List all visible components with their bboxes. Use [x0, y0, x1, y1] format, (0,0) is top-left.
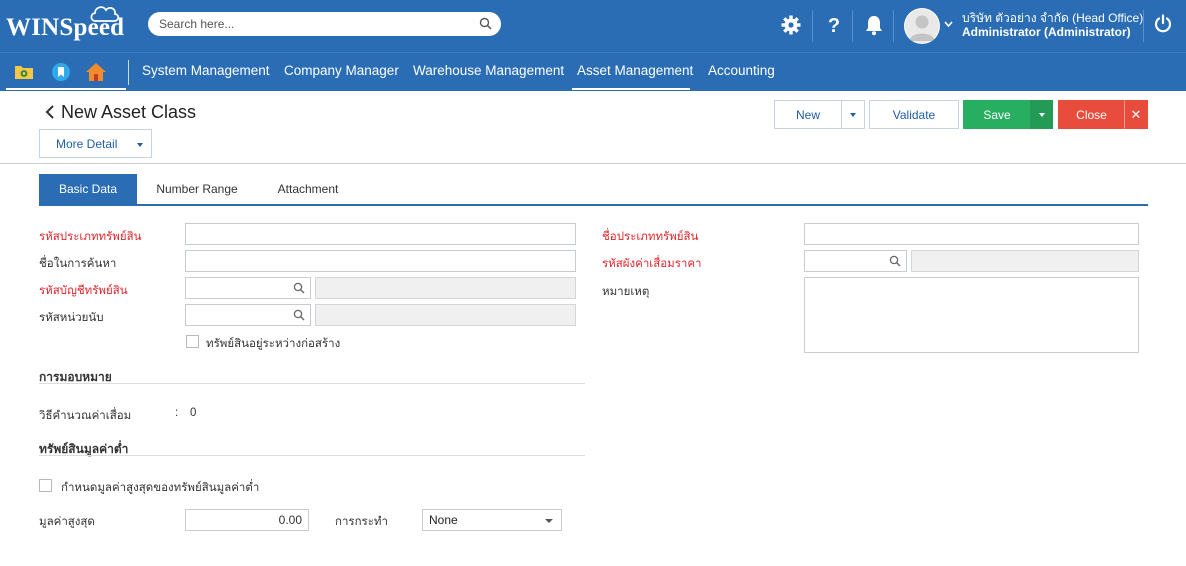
asset-account-label: รหัสบัญชีทรัพย์สิน — [39, 285, 128, 297]
close-icon: ✕ — [1130, 106, 1142, 122]
unit-code-label: รหัสหน่วยนับ — [39, 312, 104, 324]
header-divider — [893, 10, 894, 42]
menu-accounting[interactable]: Accounting — [708, 63, 775, 78]
remark-textarea[interactable] — [805, 278, 1138, 352]
asset-class-name-field[interactable] — [804, 223, 1139, 245]
main-menu-bar: System Management Company Manager Wareho… — [0, 52, 1186, 91]
gear-icon[interactable] — [780, 14, 802, 36]
caret-down-icon — [545, 519, 553, 523]
app-logo[interactable]: WINSpeed — [6, 14, 124, 42]
quick-icons-underline — [6, 88, 126, 90]
under-construction-label: ทรัพย์สินอยู่ระหว่างก่อสร้าง — [206, 338, 341, 350]
search-name-label: ชื่อในการค้นหา — [39, 258, 117, 270]
search-box[interactable] — [148, 12, 501, 36]
unit-code-field[interactable] — [185, 304, 311, 326]
close-button[interactable]: Close — [1058, 100, 1125, 129]
caret-down-icon — [1038, 112, 1045, 117]
lookup-icon[interactable] — [293, 309, 305, 321]
more-detail-label: More Detail — [56, 136, 118, 151]
back-arrow-icon[interactable] — [44, 104, 56, 120]
close-button-label: Close — [1076, 107, 1107, 122]
svg-text:?: ? — [828, 15, 840, 36]
lookup-icon[interactable] — [889, 255, 901, 267]
top-header: WINSpeed ? — [0, 0, 1186, 52]
tab-basic-data[interactable]: Basic Data — [39, 174, 137, 204]
asset-class-name-label: ชื่อประเภททรัพย์สิน — [602, 231, 699, 243]
under-construction-checkbox[interactable] — [186, 335, 199, 348]
search-input[interactable] — [159, 15, 469, 33]
action-select-value: None — [429, 513, 458, 527]
max-value-input[interactable] — [186, 510, 308, 530]
help-icon[interactable]: ? — [823, 14, 845, 36]
power-icon[interactable] — [1153, 14, 1173, 34]
tab-underline — [39, 204, 1148, 206]
max-value-label: มูลค่าสูงสุด — [39, 516, 95, 528]
asset-account-input[interactable] — [186, 278, 310, 298]
asset-class-code-input[interactable] — [186, 224, 575, 244]
more-detail-dropdown[interactable]: More Detail — [39, 129, 152, 158]
depreciation-chart-name-display — [911, 250, 1139, 272]
search-name-input[interactable] — [186, 251, 575, 271]
menu-divider — [128, 60, 129, 85]
bell-icon[interactable] — [863, 14, 885, 36]
asset-class-code-field[interactable] — [185, 223, 576, 245]
action-select[interactable]: None — [422, 509, 562, 531]
user-name: Administrator (Administrator) — [962, 25, 1131, 39]
home-icon[interactable] — [85, 61, 107, 83]
folder-icon[interactable] — [13, 61, 35, 83]
tab-attachment[interactable]: Attachment — [262, 174, 354, 204]
header-divider — [852, 10, 853, 42]
caret-down-icon — [137, 143, 143, 147]
depreciation-method-separator: : — [175, 407, 179, 419]
menu-system-management[interactable]: System Management — [142, 63, 270, 78]
unit-code-input[interactable] — [186, 305, 310, 325]
tab-number-range[interactable]: Number Range — [145, 174, 249, 204]
asset-account-field[interactable] — [185, 277, 311, 299]
depreciation-method-label: วิธีคำนวณค่าเสื่อม — [39, 410, 132, 422]
save-button-label: Save — [983, 107, 1011, 122]
max-value-field[interactable] — [185, 509, 309, 531]
bookmark-icon[interactable] — [50, 61, 72, 83]
assignment-section-line — [39, 383, 585, 384]
remark-field[interactable] — [804, 277, 1139, 353]
set-max-low-value-checkbox[interactable] — [39, 479, 52, 492]
asset-class-code-label: รหัสประเภททรัพย์สิน — [39, 231, 142, 243]
chevron-down-icon[interactable] — [944, 20, 953, 28]
remark-label: หมายเหตุ — [602, 286, 650, 298]
new-dropdown-button[interactable] — [841, 100, 865, 129]
menu-asset-management[interactable]: Asset Management — [577, 63, 693, 78]
asset-class-name-input[interactable] — [805, 224, 1138, 244]
save-button[interactable]: Save — [963, 100, 1031, 129]
close-x-button[interactable]: ✕ — [1124, 100, 1148, 129]
menu-active-indicator — [572, 88, 690, 90]
depreciation-chart-field[interactable] — [804, 250, 907, 272]
validate-button-label: Validate — [892, 107, 936, 122]
low-value-section-line — [39, 455, 585, 456]
page-title: New Asset Class — [61, 102, 197, 122]
set-max-low-value-label: กำหนดมูลค่าสูงสุดของทรัพย์สินมูลค่าต่ำ — [61, 482, 260, 494]
new-button-label: New — [795, 107, 820, 122]
search-icon[interactable] — [479, 17, 492, 30]
menu-company-manager[interactable]: Company Manager — [284, 63, 399, 78]
asset-account-name-display — [315, 277, 576, 299]
assignment-section-title: การมอบหมาย — [39, 370, 112, 384]
user-silhouette-icon — [905, 9, 939, 43]
avatar[interactable] — [904, 8, 940, 44]
depreciation-chart-label: รหัสผังค่าเสื่อมราคา — [602, 258, 702, 270]
header-divider — [1143, 10, 1144, 42]
header-divider-line — [0, 163, 1186, 164]
search-name-field[interactable] — [185, 250, 576, 272]
action-label: การกระทำ — [335, 516, 388, 528]
header-divider — [812, 10, 813, 42]
save-dropdown-button[interactable] — [1030, 100, 1053, 129]
low-value-section-title: ทรัพย์สินมูลค่าต่ำ — [39, 442, 129, 456]
lookup-icon[interactable] — [293, 282, 305, 294]
new-button[interactable]: New — [774, 100, 842, 129]
depreciation-method-value: 0 — [190, 407, 197, 419]
menu-warehouse-management[interactable]: Warehouse Management — [413, 63, 564, 78]
validate-button[interactable]: Validate — [869, 100, 959, 129]
unit-name-display — [315, 304, 576, 326]
caret-down-icon — [850, 112, 856, 117]
